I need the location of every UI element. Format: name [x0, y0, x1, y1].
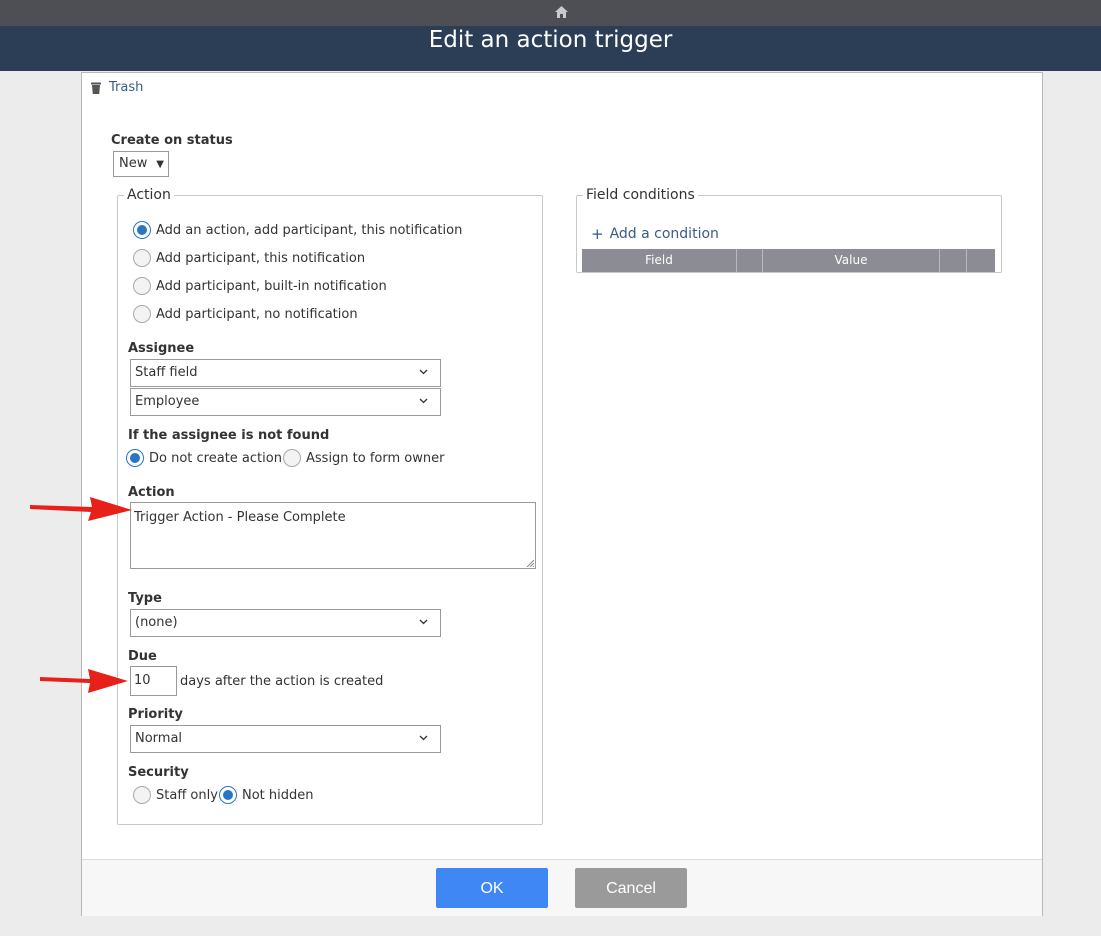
- dialog-footer: OK Cancel: [82, 859, 1042, 916]
- due-suffix: days after the action is created: [180, 674, 384, 689]
- chevron-down-icon: [419, 619, 428, 625]
- column-blank: [967, 249, 995, 272]
- column-value: Value: [763, 249, 940, 272]
- security-option-1-label: Staff only: [156, 787, 218, 803]
- action-text-textarea[interactable]: Trigger Action - Please Complete: [130, 502, 536, 569]
- not-found-option-2-label: Assign to form owner: [306, 450, 445, 466]
- add-condition-label: Add a condition: [609, 226, 719, 242]
- action-option-2-label: Add participant, this notification: [156, 250, 366, 266]
- action-option-3-radio[interactable]: [133, 277, 151, 295]
- type-label: Type: [128, 591, 162, 606]
- action-option-4-label: Add participant, no notification: [156, 306, 358, 322]
- resize-grip-icon[interactable]: [526, 559, 534, 567]
- chevron-down-icon: [419, 369, 428, 375]
- action-fieldset-legend: Action: [127, 187, 171, 203]
- create-on-status-select[interactable]: New ▼: [113, 151, 169, 177]
- due-days-input[interactable]: 10: [130, 666, 177, 696]
- action-option-2[interactable]: Add participant, this notification: [133, 249, 365, 267]
- plus-icon: +: [591, 225, 604, 243]
- due-label: Due: [128, 649, 157, 664]
- ok-button[interactable]: OK: [436, 868, 548, 908]
- home-icon[interactable]: [554, 5, 569, 19]
- add-condition-button[interactable]: + Add a condition: [591, 225, 719, 243]
- red-arrow-icon: [30, 497, 132, 521]
- trash-icon: [91, 82, 101, 94]
- action-option-1[interactable]: Add an action, add participant, this not…: [133, 221, 462, 239]
- conditions-table-header: Field Value: [582, 249, 995, 272]
- trash-label: Trash: [109, 80, 144, 95]
- field-conditions-fieldset: Field conditions + Add a condition Field…: [576, 187, 1002, 273]
- action-text-value: Trigger Action - Please Complete: [134, 510, 346, 525]
- priority-label: Priority: [128, 707, 183, 722]
- page-title: Edit an action trigger: [428, 27, 673, 53]
- chevron-down-icon: [419, 398, 428, 404]
- action-option-1-radio[interactable]: [133, 221, 151, 239]
- priority-value: Normal: [135, 731, 183, 746]
- assignee-field-value: Employee: [135, 394, 200, 409]
- column-blank: [737, 249, 763, 272]
- create-on-status-label: Create on status: [111, 133, 233, 148]
- action-text-label: Action: [128, 485, 175, 500]
- action-option-3[interactable]: Add participant, built-in notification: [133, 277, 387, 295]
- assignee-label: Assignee: [128, 341, 195, 356]
- security-label: Security: [128, 765, 189, 780]
- action-option-3-label: Add participant, built-in notification: [156, 278, 387, 294]
- due-days-value: 10: [134, 673, 151, 688]
- security-option-2-radio[interactable]: [219, 786, 237, 804]
- action-option-2-radio[interactable]: [133, 249, 151, 267]
- caret-down-icon: ▼: [156, 159, 164, 170]
- type-select[interactable]: (none): [130, 609, 441, 637]
- column-field: Field: [582, 249, 737, 272]
- priority-select[interactable]: Normal: [130, 725, 441, 753]
- dialog: Trash Create on status New ▼ Action Add …: [81, 72, 1043, 916]
- assignee-source-value: Staff field: [135, 365, 198, 380]
- action-option-1-label: Add an action, add participant, this not…: [156, 222, 463, 238]
- not-found-option-2-radio[interactable]: [283, 449, 301, 467]
- field-conditions-legend: Field conditions: [586, 187, 695, 203]
- trash-button[interactable]: Trash: [91, 80, 143, 95]
- cancel-button[interactable]: Cancel: [575, 868, 687, 908]
- top-strip: [0, 0, 1101, 26]
- chevron-down-icon: [419, 735, 428, 741]
- not-found-option-1[interactable]: Do not create action: [126, 449, 282, 467]
- security-option-1[interactable]: Staff only: [133, 786, 218, 804]
- security-option-2[interactable]: Not hidden: [219, 786, 314, 804]
- create-on-status-value: New: [119, 156, 148, 171]
- security-option-2-label: Not hidden: [242, 787, 314, 803]
- type-value: (none): [135, 615, 178, 630]
- not-found-option-2[interactable]: Assign to form owner: [283, 449, 444, 467]
- action-option-4[interactable]: Add participant, no notification: [133, 305, 358, 323]
- assignee-source-select[interactable]: Staff field: [130, 359, 441, 387]
- not-found-option-1-label: Do not create action: [149, 450, 282, 466]
- red-arrow-icon: [40, 669, 128, 693]
- not-found-option-1-radio[interactable]: [126, 449, 144, 467]
- action-option-4-radio[interactable]: [133, 305, 151, 323]
- not-found-label: If the assignee is not found: [128, 428, 330, 443]
- column-blank: [940, 249, 967, 272]
- security-option-1-radio[interactable]: [133, 786, 151, 804]
- assignee-field-select[interactable]: Employee: [130, 388, 441, 416]
